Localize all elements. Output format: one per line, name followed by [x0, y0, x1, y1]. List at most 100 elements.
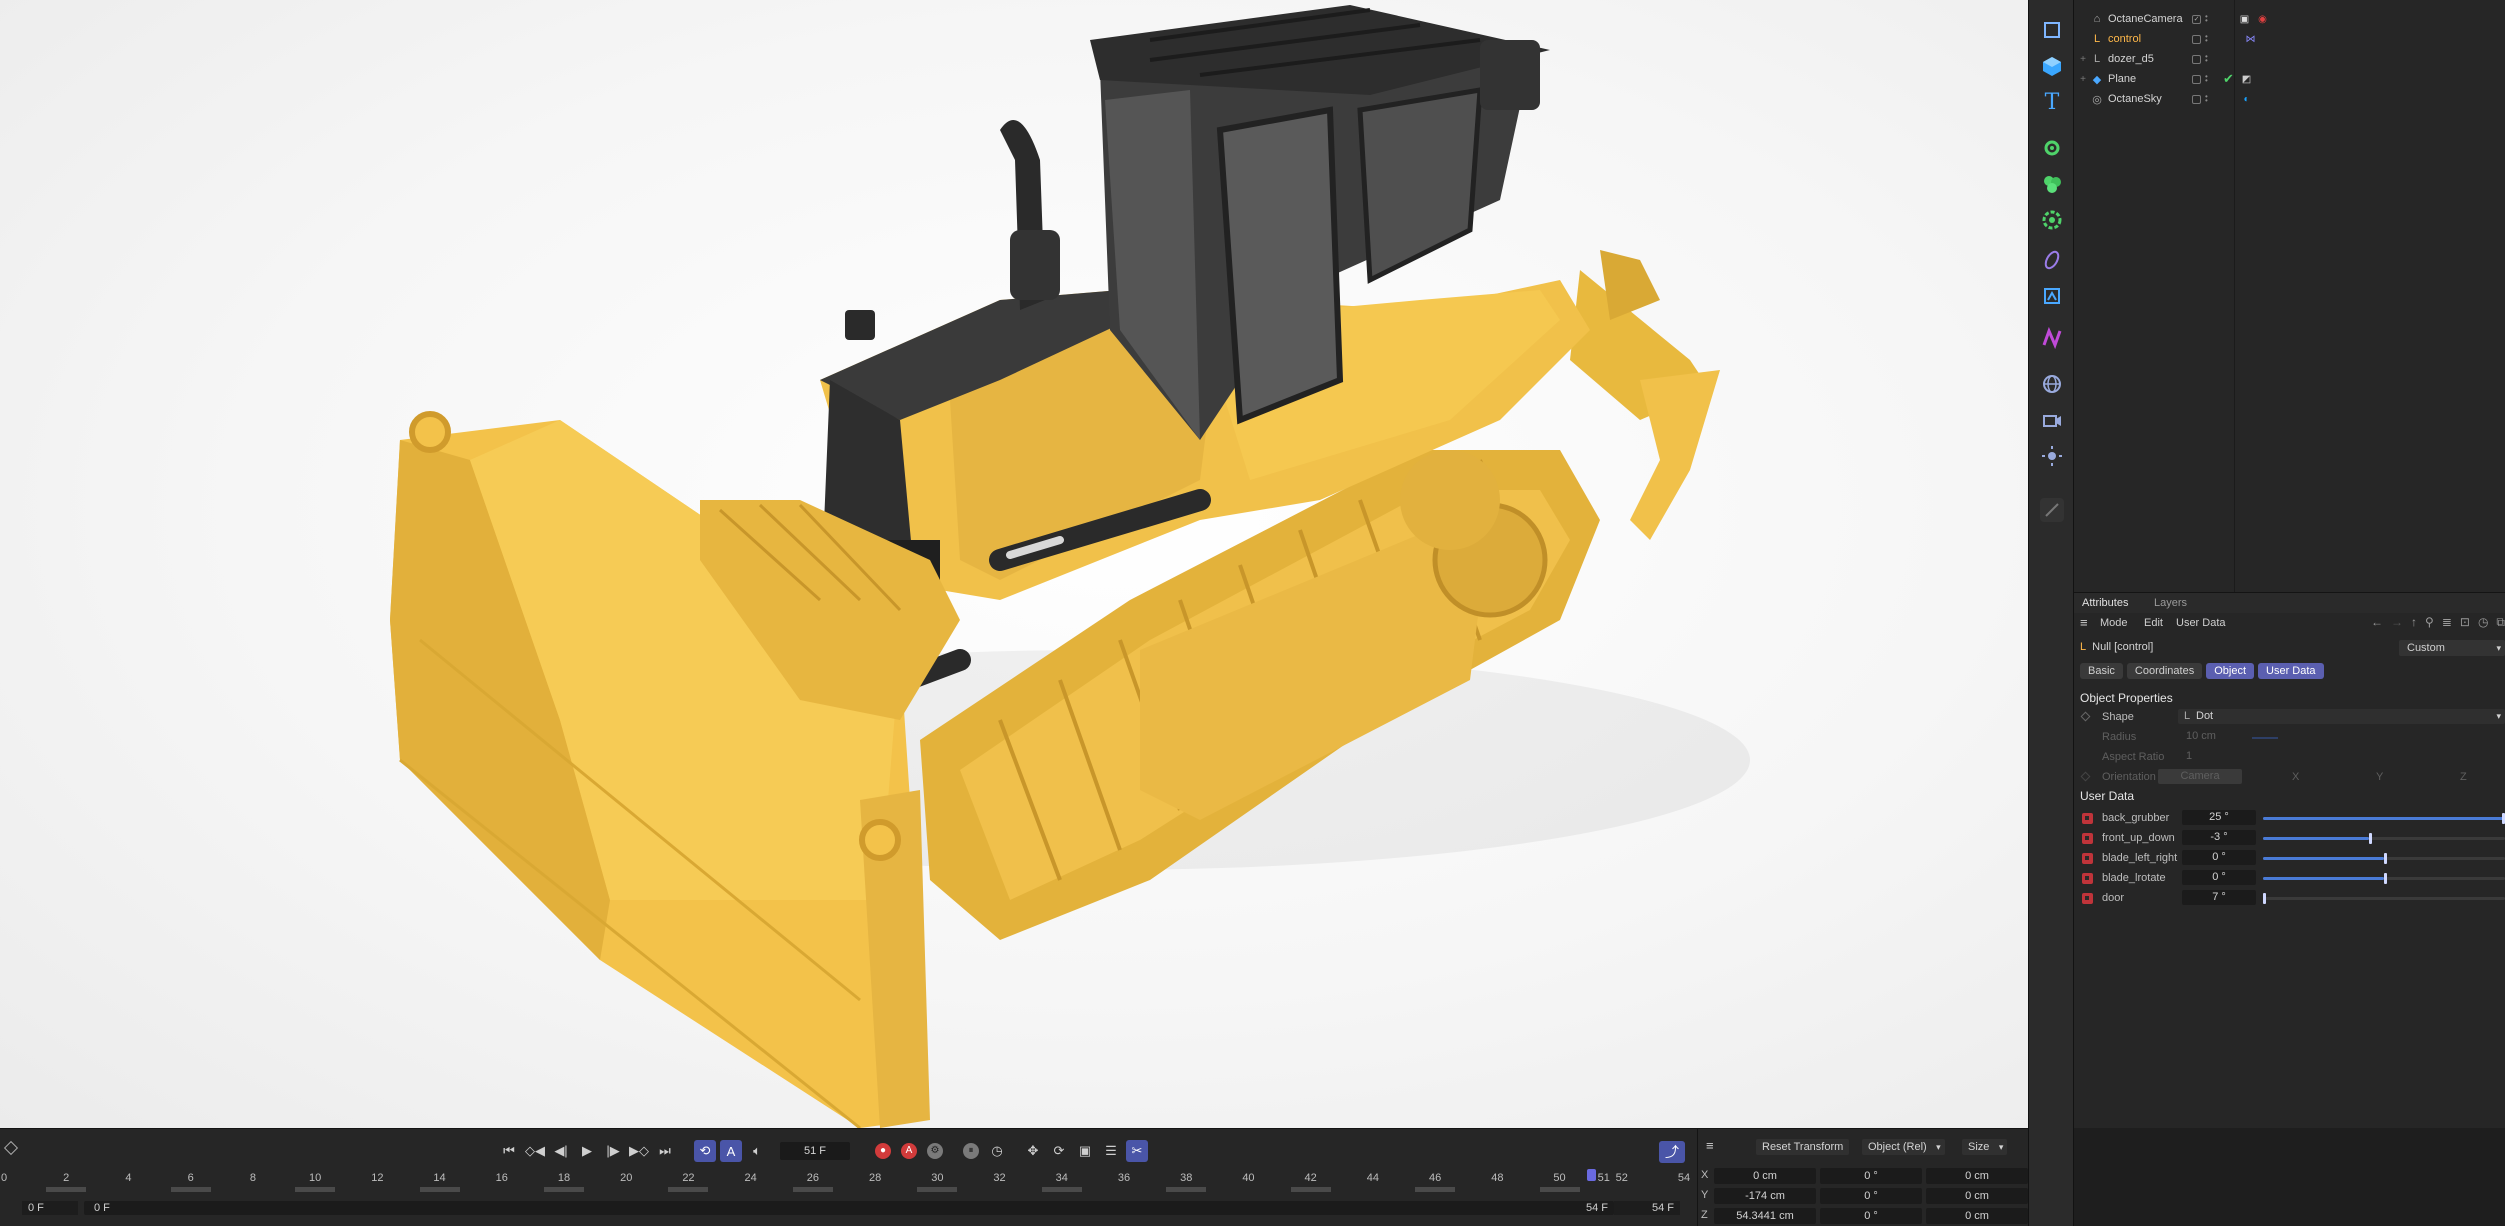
tab-basic[interactable]: Basic: [2080, 663, 2123, 679]
menu-mode[interactable]: Mode: [2100, 617, 2128, 629]
user-data-field[interactable]: 25 °: [2182, 810, 2256, 825]
fcurve-icon[interactable]: ⤴: [1659, 1141, 1685, 1163]
visibility-dots[interactable]: • •: [2205, 12, 2210, 24]
hamburger-icon[interactable]: ≡: [1706, 1138, 1714, 1153]
new-window-icon[interactable]: ⧉: [2496, 615, 2505, 630]
object-name[interactable]: control: [2108, 33, 2141, 45]
cube-outline-icon[interactable]: [2040, 18, 2064, 42]
size-mode-dropdown[interactable]: Size ▾: [1962, 1139, 2008, 1155]
visibility-dots[interactable]: • •: [2205, 52, 2210, 64]
layout-preset-dropdown[interactable]: Custom ▾: [2399, 640, 2505, 656]
aspect-ratio-field[interactable]: 1: [2182, 749, 2256, 764]
history-icon[interactable]: ◷: [2478, 615, 2488, 630]
effector-icon[interactable]: [2040, 208, 2064, 232]
menu-edit[interactable]: Edit: [2144, 617, 2163, 629]
key-rotation-icon[interactable]: ◷: [986, 1140, 1008, 1162]
checkmark-icon[interactable]: ✔: [2222, 71, 2235, 86]
range-start-field[interactable]: 0 F: [22, 1201, 78, 1215]
visibility-dots[interactable]: • •: [2205, 72, 2210, 84]
pla-key-icon[interactable]: ✂: [1126, 1140, 1148, 1162]
user-data-slider[interactable]: [2263, 833, 2505, 844]
up-arrow-icon[interactable]: ↑: [2411, 615, 2417, 630]
spline-icon[interactable]: [2040, 326, 2064, 350]
tab-object[interactable]: Object: [2206, 663, 2255, 679]
cube-icon[interactable]: [2040, 54, 2064, 78]
layer-flag[interactable]: [2192, 34, 2201, 44]
keyframe-selection-icon[interactable]: ⚙: [924, 1140, 946, 1162]
keyframe-diamond-icon[interactable]: [2080, 771, 2091, 782]
viewport-3d[interactable]: [0, 0, 2028, 1128]
size-z-field[interactable]: 0 cm: [1926, 1208, 2028, 1224]
user-data-icon[interactable]: [2082, 833, 2093, 844]
camera-tool-icon[interactable]: [2040, 408, 2064, 432]
visibility-dots[interactable]: • •: [2205, 32, 2210, 44]
radius-slider[interactable]: [2252, 737, 2278, 739]
user-data-icon[interactable]: [2082, 853, 2093, 864]
pen-icon[interactable]: [2040, 498, 2064, 522]
layer-flag[interactable]: ✓: [2192, 14, 2201, 24]
tab-layers[interactable]: Layers: [2154, 597, 2187, 609]
play-icon[interactable]: ▶: [576, 1140, 598, 1162]
rotation-h-field[interactable]: 0 °: [1820, 1168, 1922, 1184]
next-key-icon[interactable]: ▶◇: [628, 1140, 650, 1162]
loop-icon[interactable]: ⟲: [694, 1140, 716, 1162]
position-z-field[interactable]: 54.3441 cm: [1714, 1208, 1816, 1224]
size-x-field[interactable]: 0 cm: [1926, 1168, 2028, 1184]
go-to-end-icon[interactable]: ⏭: [654, 1140, 676, 1162]
key-pos-icon[interactable]: ⏸: [960, 1140, 982, 1162]
param-key-icon[interactable]: ☰: [1100, 1140, 1122, 1162]
search-icon[interactable]: ⚲: [2425, 615, 2434, 630]
preview-range-icon[interactable]: A: [720, 1140, 742, 1162]
rotation-b-field[interactable]: 0 °: [1820, 1208, 1922, 1224]
object-name[interactable]: OctaneSky: [2108, 93, 2162, 105]
move-key-icon[interactable]: ✥: [1022, 1140, 1044, 1162]
rotation-p-field[interactable]: 0 °: [1820, 1188, 1922, 1204]
user-data-icon[interactable]: [2082, 813, 2093, 824]
cloner-icon[interactable]: [2040, 172, 2064, 196]
object-name[interactable]: OctaneCamera: [2108, 13, 2183, 25]
sound-icon[interactable]: 🔈︎: [746, 1140, 768, 1162]
shape-dropdown[interactable]: L Dot ▾: [2178, 709, 2505, 724]
rotate-key-icon[interactable]: ⟳: [1048, 1140, 1070, 1162]
texture-tag-icon[interactable]: ◩: [2240, 73, 2253, 86]
preview-range-track[interactable]: 0 F 54 F: [84, 1201, 1614, 1215]
keyframe-diamond-icon[interactable]: [2080, 711, 2091, 722]
user-data-field[interactable]: 7 °: [2182, 890, 2256, 905]
menu-user-data[interactable]: User Data: [2176, 617, 2226, 629]
tab-attributes[interactable]: Attributes: [2082, 597, 2128, 609]
record-icon[interactable]: ●: [872, 1140, 894, 1162]
layer-flag[interactable]: [2192, 74, 2201, 84]
user-data-slider[interactable]: [2263, 873, 2505, 884]
deformer-icon[interactable]: [2040, 248, 2064, 272]
environment-icon[interactable]: [2040, 372, 2064, 396]
user-data-field[interactable]: 0 °: [2182, 870, 2256, 885]
user-data-icon[interactable]: [2082, 873, 2093, 884]
light-icon[interactable]: [2040, 444, 2064, 468]
visibility-dots[interactable]: • •: [2205, 92, 2210, 104]
user-data-slider[interactable]: [2263, 893, 2505, 904]
range-bar[interactable]: 0 F 0 F 54 F 54 F: [0, 1199, 1697, 1215]
target-tag-icon[interactable]: ▣: [2238, 13, 2251, 26]
user-data-slider[interactable]: [2263, 853, 2505, 864]
reset-transform-button[interactable]: Reset Transform: [1756, 1139, 1850, 1155]
filter-icon[interactable]: ≣: [2442, 615, 2452, 630]
point-key-icon[interactable]: ▣: [1074, 1140, 1096, 1162]
radius-field[interactable]: 10 cm: [2182, 729, 2256, 744]
lock-icon[interactable]: ⊡: [2460, 615, 2470, 630]
position-x-field[interactable]: 0 cm: [1714, 1168, 1816, 1184]
expand-icon[interactable]: +: [2078, 74, 2088, 85]
current-frame-field[interactable]: 51 F: [780, 1142, 850, 1160]
user-data-field[interactable]: -3 °: [2182, 830, 2256, 845]
user-data-icon[interactable]: [2082, 893, 2093, 904]
forward-arrow-icon[interactable]: →: [2391, 615, 2403, 630]
hamburger-icon[interactable]: ≡: [2080, 615, 2088, 630]
range-end-field[interactable]: 54 F: [1614, 1201, 1680, 1215]
sun-gear-icon[interactable]: [2040, 136, 2064, 160]
user-data-field[interactable]: 0 °: [2182, 850, 2256, 865]
object-row[interactable]: ◎ OctaneSky • • ◐: [2074, 89, 2505, 109]
step-back-icon[interactable]: ◀|: [550, 1140, 572, 1162]
layer-flag[interactable]: [2192, 94, 2201, 104]
expand-icon[interactable]: +: [2078, 54, 2088, 65]
layer-flag[interactable]: [2192, 54, 2201, 64]
coordinate-mode-dropdown[interactable]: Object (Rel) ▾: [1862, 1139, 1945, 1155]
